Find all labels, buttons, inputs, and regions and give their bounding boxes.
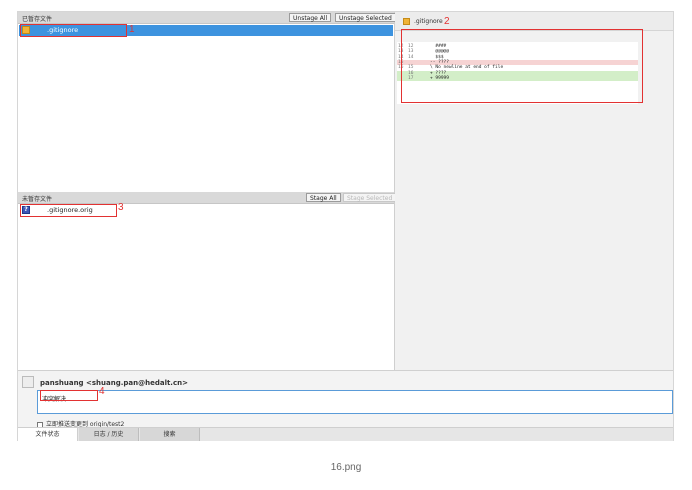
annotation-number-1: 1 (129, 24, 135, 35)
annotation-number-2: 2 (444, 16, 450, 27)
avatar (22, 376, 34, 388)
diff-file-name: .gitignore (414, 18, 443, 25)
bottom-tab-bar: 文件状态 日志 / 历史 搜索 (18, 427, 673, 441)
commit-message-input[interactable]: 冲突解决 (37, 390, 673, 414)
stage-selected-button[interactable]: Stage Selected (343, 193, 397, 202)
file-status-pane: 已暂存文件 Unstage All Unstage Selected .giti… (18, 12, 397, 370)
staged-files-title: 已暂存文件 (22, 16, 53, 23)
image-caption: 16.png (330, 462, 362, 473)
annotation-number-4: 4 (99, 386, 105, 397)
commit-author: panshuang <shuang.pan@hedalt.cn> (40, 379, 188, 387)
unstaged-files-title: 未暂存文件 (22, 196, 53, 203)
annotation-box-1 (20, 24, 127, 37)
unstage-all-button[interactable]: Unstage All (289, 13, 332, 22)
unstaged-files-header: 未暂存文件 Stage All Stage Selected (18, 192, 397, 204)
unstage-selected-button[interactable]: Unstage Selected (335, 13, 396, 22)
commit-area: panshuang <shuang.pan@hedalt.cn> 冲突解决 立即… (18, 370, 673, 428)
modified-file-icon (403, 18, 410, 25)
staged-files-header: 已暂存文件 Unstage All Unstage Selected (18, 12, 396, 24)
tab-log-history[interactable]: 日志 / 历史 (79, 428, 139, 441)
sourcetree-window: 已暂存文件 Unstage All Unstage Selected .giti… (17, 11, 674, 441)
annotation-box-2 (401, 29, 643, 103)
annotation-box-3 (20, 204, 117, 217)
annotation-box-4 (40, 390, 98, 401)
tab-search[interactable]: 搜索 (140, 428, 200, 441)
stage-all-button[interactable]: Stage All (306, 193, 341, 202)
annotation-number-3: 3 (118, 202, 124, 213)
tab-file-status[interactable]: 文件状态 (18, 428, 78, 441)
